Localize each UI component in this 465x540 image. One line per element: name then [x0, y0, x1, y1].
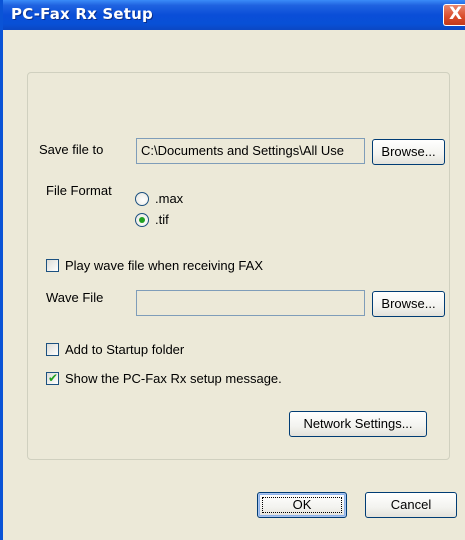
format-tif-label[interactable]: .tif — [155, 212, 169, 227]
dialog-window: PC-Fax Rx Setup X Save file to C:\Docume… — [0, 0, 465, 540]
window-title: PC-Fax Rx Setup — [11, 5, 153, 23]
radio-selected-dot — [139, 217, 145, 223]
ok-button[interactable]: OK — [257, 492, 347, 518]
network-settings-button[interactable]: Network Settings... — [289, 411, 427, 437]
show-message-label[interactable]: Show the PC-Fax Rx setup message. — [65, 371, 282, 386]
add-startup-label[interactable]: Add to Startup folder — [65, 342, 184, 357]
close-icon: X — [449, 4, 463, 24]
save-file-label: Save file to — [39, 142, 104, 157]
title-bar[interactable]: PC-Fax Rx Setup X — [3, 0, 465, 30]
close-button[interactable]: X — [443, 4, 465, 26]
wave-file-label: Wave File — [46, 290, 104, 305]
focus-rect — [262, 497, 342, 513]
wave-file-path-field[interactable] — [136, 290, 365, 316]
checkmark-icon: ✔ — [48, 371, 59, 385]
cancel-button[interactable]: Cancel — [365, 492, 457, 518]
save-file-browse-button[interactable]: Browse... — [372, 139, 445, 165]
play-wave-checkbox[interactable] — [46, 259, 59, 272]
add-startup-checkbox[interactable] — [46, 343, 59, 356]
format-tif-radio[interactable] — [135, 213, 149, 227]
file-format-label: File Format — [46, 183, 112, 198]
format-max-radio[interactable] — [135, 192, 149, 206]
play-wave-label[interactable]: Play wave file when receiving FAX — [65, 258, 263, 273]
save-file-path-field[interactable]: C:\Documents and Settings\All Use — [136, 138, 365, 164]
wave-file-browse-button[interactable]: Browse... — [372, 291, 445, 317]
show-message-checkbox[interactable]: ✔ — [46, 371, 59, 385]
format-max-label[interactable]: .max — [155, 191, 183, 206]
